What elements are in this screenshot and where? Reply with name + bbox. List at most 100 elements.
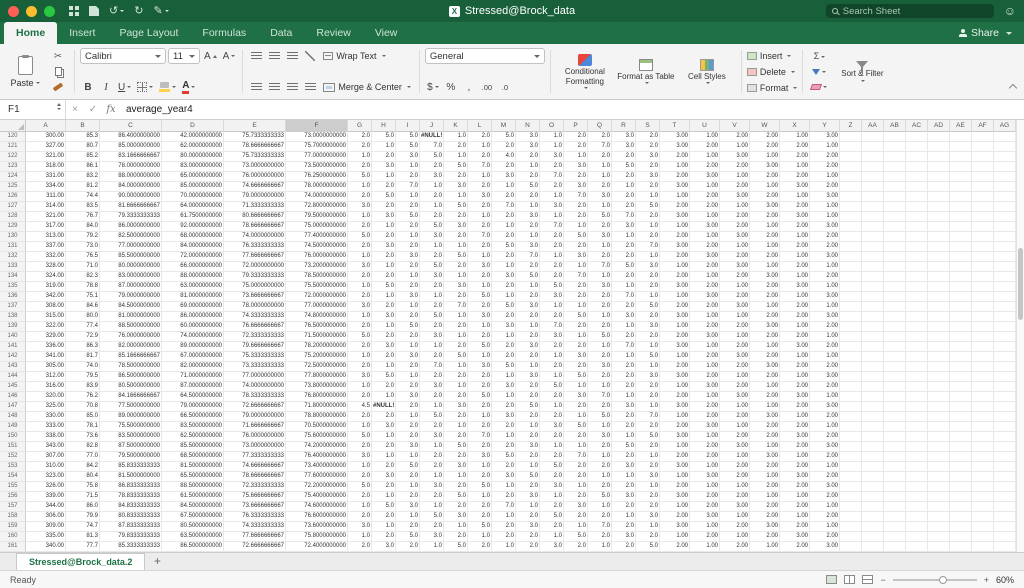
cell-I150[interactable]: 2.0: [396, 432, 420, 442]
tab-review[interactable]: Review: [304, 22, 362, 44]
cell-W143[interactable]: 3.00: [750, 362, 780, 372]
cell-AB137[interactable]: [884, 302, 906, 312]
cell-H123[interactable]: 3.0: [372, 162, 396, 172]
cell-K131[interactable]: 1.0: [444, 242, 468, 252]
cell-J144[interactable]: 2.0: [420, 372, 444, 382]
cell-Q135[interactable]: 3.0: [588, 282, 612, 292]
cell-J145[interactable]: 3.0: [420, 382, 444, 392]
cell-W139[interactable]: 3.00: [750, 322, 780, 332]
cell-R148[interactable]: 2.0: [612, 412, 636, 422]
cell-N157[interactable]: 1.0: [516, 502, 540, 512]
cell-C146[interactable]: 84.1666666667: [100, 392, 162, 402]
cell-T158[interactable]: 2.00: [660, 512, 690, 522]
cell-W154[interactable]: 1.00: [750, 472, 780, 482]
cell-C151[interactable]: 87.5000000000: [100, 442, 162, 452]
cell-W156[interactable]: 1.00: [750, 492, 780, 502]
cell-U145[interactable]: 3.00: [690, 382, 720, 392]
row-header-156[interactable]: 156: [0, 492, 26, 502]
cell-AF129[interactable]: [972, 222, 994, 232]
cell-AB129[interactable]: [884, 222, 906, 232]
cell-E139[interactable]: 76.6666666667: [224, 322, 286, 332]
cell-AF145[interactable]: [972, 382, 994, 392]
cell-T161[interactable]: 2.00: [660, 542, 690, 552]
cell-I157[interactable]: 3.0: [396, 502, 420, 512]
cell-AB127[interactable]: [884, 202, 906, 212]
cell-AC145[interactable]: [906, 382, 928, 392]
cell-G130[interactable]: 5.0: [348, 232, 372, 242]
cell-M155[interactable]: 1.0: [492, 482, 516, 492]
cell-A149[interactable]: 333.00: [26, 422, 66, 432]
cell-AA152[interactable]: [862, 452, 884, 462]
row-header-161[interactable]: 161: [0, 542, 26, 552]
cell-AE130[interactable]: [950, 232, 972, 242]
cell-E120[interactable]: 75.7333333333: [224, 132, 286, 142]
save-icon[interactable]: [89, 6, 99, 16]
cell-E122[interactable]: 75.7333333333: [224, 152, 286, 162]
cell-A129[interactable]: 317.00: [26, 222, 66, 232]
cell-Y154[interactable]: 2.00: [810, 472, 840, 482]
cell-AF135[interactable]: [972, 282, 994, 292]
cell-AB121[interactable]: [884, 142, 906, 152]
wrap-text-button[interactable]: Wrap Text: [320, 48, 388, 64]
cell-C125[interactable]: 84.0000000000: [100, 182, 162, 192]
cell-I143[interactable]: 2.0: [396, 362, 420, 372]
cell-AB152[interactable]: [884, 452, 906, 462]
cell-N142[interactable]: 2.0: [516, 352, 540, 362]
paste-button[interactable]: Paste: [6, 48, 44, 96]
cell-AF120[interactable]: [972, 132, 994, 142]
cell-B155[interactable]: 75.8: [66, 482, 100, 492]
cell-AD144[interactable]: [928, 372, 950, 382]
cell-AC144[interactable]: [906, 372, 928, 382]
cell-I128[interactable]: 5.0: [396, 212, 420, 222]
cell-U121[interactable]: 2.00: [690, 142, 720, 152]
cell-AF156[interactable]: [972, 492, 994, 502]
cell-AB154[interactable]: [884, 472, 906, 482]
cell-E146[interactable]: 78.3333333333: [224, 392, 286, 402]
cell-K154[interactable]: 1.0: [444, 472, 468, 482]
cell-AC148[interactable]: [906, 412, 928, 422]
cell-W136[interactable]: 2.00: [750, 292, 780, 302]
cell-P147[interactable]: 2.0: [564, 402, 588, 412]
cell-Z127[interactable]: [840, 202, 862, 212]
cell-AG137[interactable]: [994, 302, 1016, 312]
cell-W153[interactable]: 2.00: [750, 462, 780, 472]
cell-I130[interactable]: 1.0: [396, 232, 420, 242]
cell-AD130[interactable]: [928, 232, 950, 242]
cell-R143[interactable]: 2.0: [612, 362, 636, 372]
cell-R156[interactable]: 3.0: [612, 492, 636, 502]
cell-U150[interactable]: 1.00: [690, 432, 720, 442]
cell-N150[interactable]: 2.0: [516, 432, 540, 442]
cell-L143[interactable]: 3.0: [468, 362, 492, 372]
cell-W147[interactable]: 1.00: [750, 402, 780, 412]
cell-D143[interactable]: 82.0000000000: [162, 362, 224, 372]
cell-E125[interactable]: 74.6666666667: [224, 182, 286, 192]
cell-X150[interactable]: 3.00: [780, 432, 810, 442]
cell-C139[interactable]: 88.5000000000: [100, 322, 162, 332]
cell-O124[interactable]: 7.0: [540, 172, 564, 182]
cell-G132[interactable]: 1.0: [348, 252, 372, 262]
cell-G140[interactable]: 5.0: [348, 332, 372, 342]
cell-AE145[interactable]: [950, 382, 972, 392]
cell-I158[interactable]: 1.0: [396, 512, 420, 522]
cell-C154[interactable]: 81.5000000000: [100, 472, 162, 482]
cell-AF137[interactable]: [972, 302, 994, 312]
cell-A135[interactable]: 319.00: [26, 282, 66, 292]
column-header-U[interactable]: U: [690, 120, 720, 132]
cell-T126[interactable]: 1.00: [660, 192, 690, 202]
cell-Y129[interactable]: 3.00: [810, 222, 840, 232]
cell-D140[interactable]: 74.0000000000: [162, 332, 224, 342]
cell-O131[interactable]: 2.0: [540, 242, 564, 252]
cell-H158[interactable]: 2.0: [372, 512, 396, 522]
fill-button[interactable]: [808, 65, 830, 79]
cell-AB138[interactable]: [884, 312, 906, 322]
cell-AG148[interactable]: [994, 412, 1016, 422]
cell-F160[interactable]: 75.8000000000: [286, 532, 348, 542]
cell-AF140[interactable]: [972, 332, 994, 342]
cell-B154[interactable]: 80.4: [66, 472, 100, 482]
cell-G133[interactable]: 3.0: [348, 262, 372, 272]
cell-AB133[interactable]: [884, 262, 906, 272]
cell-M152[interactable]: 5.0: [492, 452, 516, 462]
cell-A127[interactable]: 314.00: [26, 202, 66, 212]
cell-O161[interactable]: 3.0: [540, 542, 564, 552]
cell-Y141[interactable]: 2.00: [810, 342, 840, 352]
